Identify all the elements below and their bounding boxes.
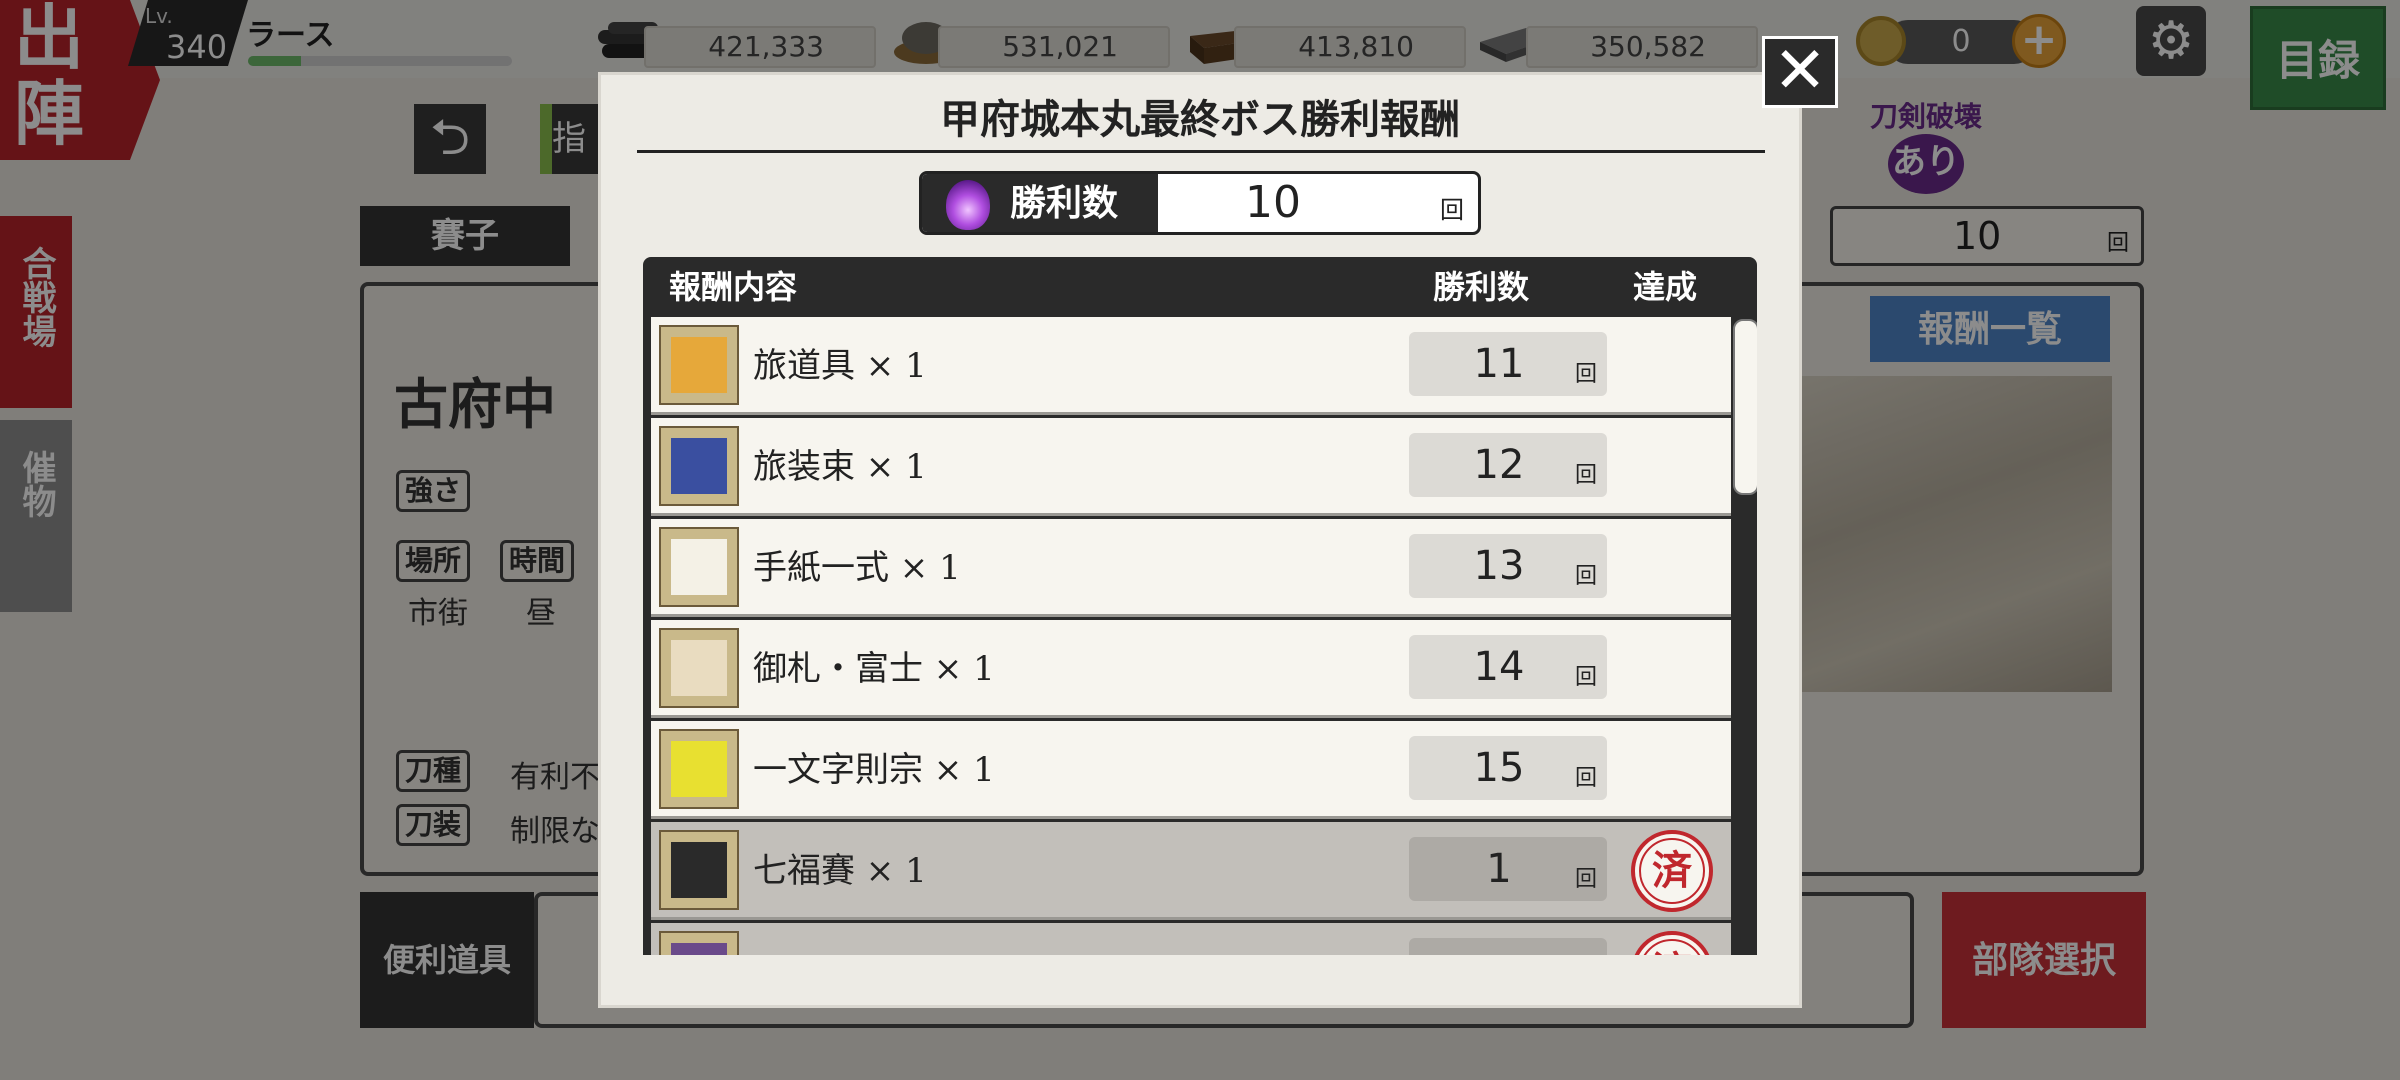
reward-wins-value: 1 <box>1486 846 1512 892</box>
achieved-stamp-icon: 済 <box>1631 931 1713 955</box>
reward-row: 一文字則宗 × 1 15 回 <box>651 721 1731 819</box>
reward-name: 御札・富士 × 1 <box>753 649 995 689</box>
modal-title: 甲府城本丸最終ボス勝利報酬 <box>940 96 1460 143</box>
wins-unit: 回 <box>1440 196 1464 224</box>
achieved-stamp-text: 済 <box>1639 939 1705 955</box>
travel-tools-icon <box>659 325 739 405</box>
column-achieved: 達成 <box>1633 268 1698 306</box>
reward-wins-unit: 回 <box>1574 766 1597 791</box>
reward-row: 旅道具 × 1 11 回 <box>651 317 1731 415</box>
reward-wins-value: 11 <box>1473 341 1525 387</box>
reward-wins-value: 13 <box>1473 543 1525 589</box>
reward-wins-box: 12 回 <box>1409 433 1607 497</box>
reward-item-image <box>671 943 727 955</box>
reward-name: 旅装束 × 1 <box>753 447 927 487</box>
lucky-dice-icon <box>659 830 739 910</box>
reward-modal: 甲府城本丸最終ボス勝利報酬 勝利数 10 回 報酬内容 勝利数 達成 旅道具 ×… <box>598 72 1802 1008</box>
reward-name: 手紙一式 × 1 <box>753 548 961 588</box>
sword-icon <box>659 729 739 809</box>
column-reward: 報酬内容 <box>669 268 798 306</box>
reward-name: 七福賽 × 1 <box>753 851 927 891</box>
purple-flame-icon <box>946 180 990 230</box>
reward-row: 七福賽 × 11回済 <box>651 822 1731 920</box>
reward-wins-value: 12 <box>1473 442 1525 488</box>
reward-wins-box <box>1409 938 1607 955</box>
close-icon: ✕ <box>1773 34 1827 108</box>
reward-name: 一文字則宗 × 1 <box>753 750 995 790</box>
close-button[interactable]: ✕ <box>1762 36 1838 108</box>
reward-wins-box: 14 回 <box>1409 635 1607 699</box>
reward-item-image <box>671 337 727 393</box>
reward-wins-unit: 回 <box>1574 564 1597 589</box>
reward-wins-box: 15 回 <box>1409 736 1607 800</box>
achieved-stamp-icon: 済 <box>1631 830 1713 912</box>
reward-item-image <box>671 741 727 797</box>
reward-wins-box: 11 回 <box>1409 332 1607 396</box>
title-divider <box>637 150 1765 153</box>
reward-item-image <box>671 842 727 898</box>
reward-item-image <box>671 640 727 696</box>
reward-row: 旅装束 × 1 12 回 <box>651 418 1731 516</box>
column-wins: 勝利数 <box>1433 268 1530 306</box>
wins-count-box: 勝利数 10 回 <box>919 171 1481 235</box>
reward-item-image <box>671 438 727 494</box>
achieved-stamp-text: 済 <box>1639 838 1705 904</box>
reward-wins-box: 13 回 <box>1409 534 1607 598</box>
reward-table-body[interactable]: 旅道具 × 1 11 回旅装束 × 1 12 回手紙一式 × 1 13 回御札・富士 × 1… <box>643 317 1757 955</box>
wins-value: 10 <box>1245 177 1301 228</box>
reward-wins-unit: 回 <box>1574 362 1597 387</box>
reward-wins-unit: 回 <box>1574 867 1597 892</box>
reward-wins-unit: 回 <box>1574 463 1597 488</box>
reward-wins-value: 15 <box>1473 745 1525 791</box>
talisman-fuji-icon <box>659 628 739 708</box>
reward-wins-value: 14 <box>1473 644 1525 690</box>
reward-name: 旅道具 × 1 <box>753 346 927 386</box>
reward-wins-unit: 回 <box>1574 665 1597 690</box>
reward-row: 手紙一式 × 1 13 回 <box>651 519 1731 617</box>
scrollbar-thumb[interactable] <box>1733 319 1757 495</box>
reward-row: 済 <box>651 923 1731 955</box>
reward-table-header: 報酬内容 勝利数 達成 <box>643 257 1757 317</box>
reward-icon <box>659 931 739 955</box>
reward-wins-box: 1回 <box>1409 837 1607 901</box>
reward-row: 御札・富士 × 1 14 回 <box>651 620 1731 718</box>
letter-set-icon <box>659 527 739 607</box>
reward-item-image <box>671 539 727 595</box>
travel-outfit-icon <box>659 426 739 506</box>
